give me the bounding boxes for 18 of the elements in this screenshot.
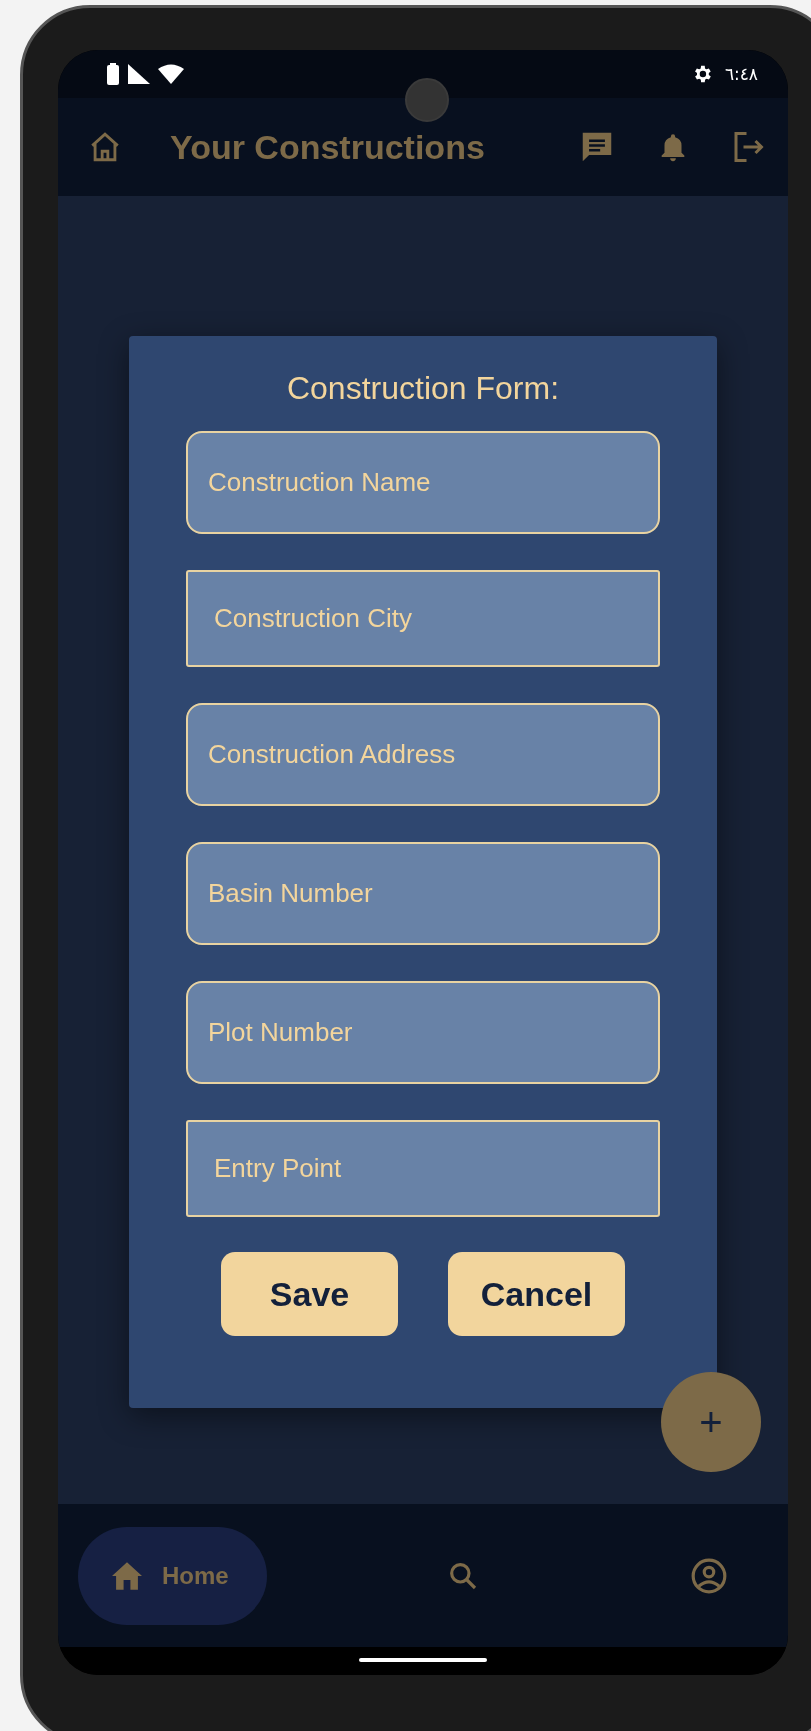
wifi-icon — [158, 64, 184, 84]
input-field[interactable]: Construction City — [186, 570, 660, 667]
dialog-title: Construction Form: — [285, 370, 561, 407]
dialog-button[interactable]: Cancel — [448, 1252, 625, 1336]
profile-icon — [690, 1556, 728, 1595]
home-icon[interactable] — [88, 130, 122, 164]
input-field[interactable]: Entry Point — [186, 1120, 660, 1217]
input-field[interactable]: Plot Number — [186, 981, 660, 1084]
battery-icon — [106, 63, 120, 85]
input-field[interactable]: Basin Number — [186, 842, 660, 945]
signal-icon — [128, 64, 150, 84]
input-field[interactable]: Construction Name — [186, 431, 660, 534]
camera-lens — [405, 78, 449, 122]
dialog-button[interactable]: Save — [221, 1252, 398, 1336]
input-field[interactable]: Construction Address — [186, 703, 660, 806]
status-time: ٦:٤٨ — [724, 64, 758, 84]
home-icon — [110, 1560, 144, 1591]
app-title: Your Constructions — [170, 127, 486, 167]
